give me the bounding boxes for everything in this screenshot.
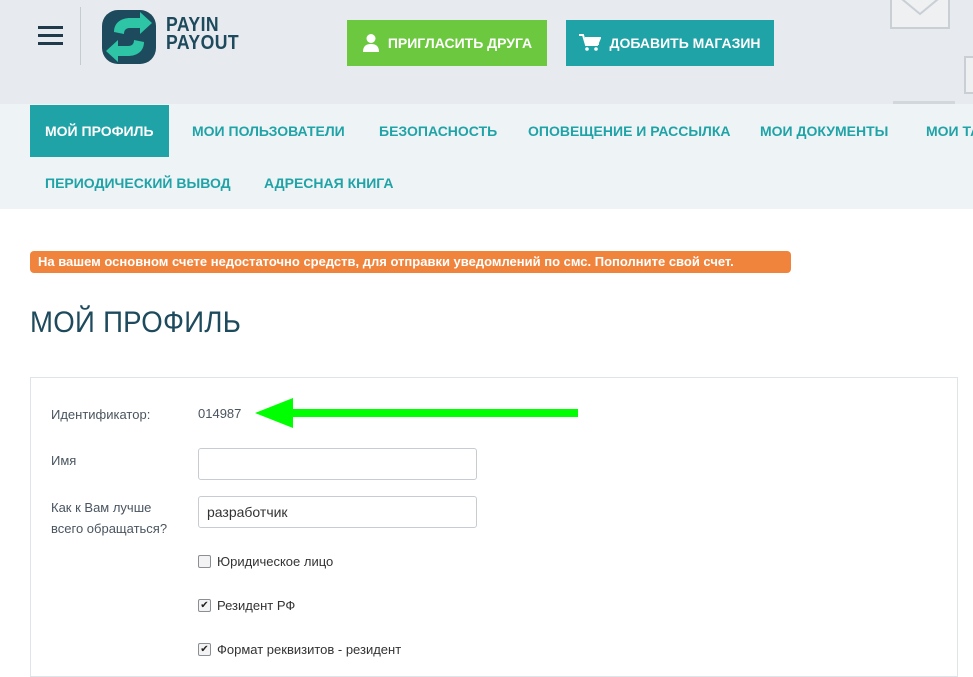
user-icon [362, 34, 379, 52]
tab-notifications[interactable]: ОПОВЕЩЕНИЕ И РАССЫЛКА [528, 105, 731, 157]
add-shop-label: ДОБАВИТЬ МАГАЗИН [609, 35, 761, 51]
address-label-line2: всего обращаться? [51, 521, 168, 536]
name-field[interactable] [198, 448, 477, 480]
resident-rf-checkbox[interactable]: ✔ Резидент РФ [198, 598, 295, 613]
insufficient-funds-alert: На вашем основном счете недостаточно сре… [30, 251, 791, 273]
cart-icon [579, 34, 602, 51]
checkbox-box[interactable] [198, 555, 211, 568]
logo-text[interactable]: PAYIN PAYOUT [166, 15, 249, 54]
logo-line2: PAYOUT [166, 32, 240, 54]
tab-my-ta[interactable]: МОИ ТА [926, 105, 973, 157]
envelope-icon [890, 0, 950, 29]
address-label-line1: Как к Вам лучше [51, 500, 152, 515]
tab-address-book[interactable]: АДРЕСНАЯ КНИГА [264, 157, 393, 209]
id-value: 014987 [198, 406, 242, 421]
address-label: Как к Вам лучше всего обращаться? [51, 497, 167, 539]
name-label: Имя [51, 453, 77, 468]
resident-rf-label: Резидент РФ [217, 598, 296, 613]
requisites-format-label: Формат реквизитов - резидент [217, 642, 402, 657]
tab-my-documents[interactable]: МОИ ДОКУМЕНТЫ [760, 105, 888, 157]
background-decoration [964, 56, 973, 94]
annotation-arrow-icon [255, 398, 578, 428]
header-divider [80, 7, 81, 65]
id-label: Идентификатор: [51, 407, 151, 422]
profile-nav: МОЙ ПРОФИЛЬ МОИ ПОЛЬЗОВАТЕЛИ БЕЗОПАСНОСТ… [0, 104, 973, 209]
top-header: PAYIN PAYOUT ПРИГЛАСИТЬ ДРУГА ДОБАВИТЬ М… [0, 0, 973, 104]
tab-my-users[interactable]: МОИ ПОЛЬЗОВАТЕЛИ [192, 105, 345, 157]
address-field[interactable] [198, 496, 477, 528]
invite-friend-button[interactable]: ПРИГЛАСИТЬ ДРУГА [347, 20, 547, 66]
menu-icon[interactable] [38, 26, 63, 46]
logo-icon[interactable] [100, 8, 158, 66]
tab-my-profile[interactable]: МОЙ ПРОФИЛЬ [30, 105, 169, 157]
page-title: МОЙ ПРОФИЛЬ [30, 306, 242, 339]
checkbox-box[interactable]: ✔ [198, 599, 211, 612]
tab-periodic-withdrawal[interactable]: ПЕРИОДИЧЕСКИЙ ВЫВОД [45, 157, 231, 209]
invite-friend-label: ПРИГЛАСИТЬ ДРУГА [387, 35, 533, 51]
legal-entity-checkbox[interactable]: Юридическое лицо [198, 554, 333, 569]
checkbox-box[interactable]: ✔ [198, 643, 211, 656]
tab-security[interactable]: БЕЗОПАСНОСТЬ [379, 105, 497, 157]
requisites-format-checkbox[interactable]: ✔ Формат реквизитов - резидент [198, 642, 401, 657]
add-shop-button[interactable]: ДОБАВИТЬ МАГАЗИН [566, 20, 774, 66]
legal-entity-label: Юридическое лицо [217, 554, 334, 569]
